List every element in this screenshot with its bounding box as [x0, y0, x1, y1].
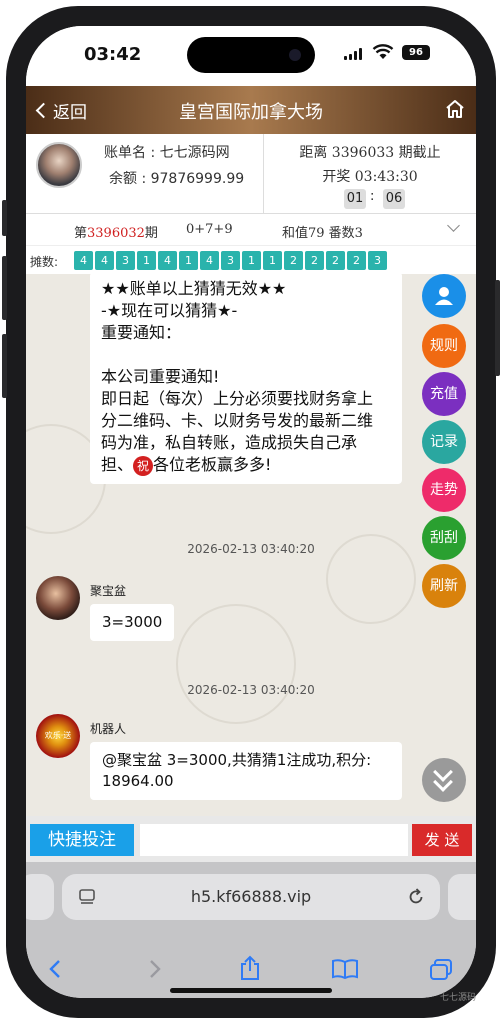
trend-chip: 2: [305, 251, 324, 270]
status-time: 03:42: [84, 44, 142, 65]
trend-chips: 4 4 3 1 4 1 4 3 1 1 2 2 2 2 3: [74, 251, 387, 270]
forward-arrow-icon[interactable]: [144, 958, 164, 980]
message-username: 聚宝盆: [90, 584, 127, 598]
tabs-icon[interactable]: [428, 958, 454, 982]
countdown-seconds: 06: [383, 189, 405, 209]
trend-chip: 4: [200, 251, 219, 270]
chevron-down-icon[interactable]: [447, 219, 460, 232]
trend-chip: 4: [95, 251, 114, 270]
message-bubble: 3=3000: [90, 604, 175, 641]
trend-button[interactable]: 走势: [422, 468, 466, 512]
period-deadline: 距离 3396033 期截止: [299, 145, 441, 161]
background-doodle: [176, 604, 296, 724]
mute-switch: [2, 200, 7, 236]
home-icon[interactable]: [444, 98, 466, 120]
recharge-button[interactable]: 充值: [422, 372, 466, 416]
status-bar: 03:42 96: [26, 26, 476, 86]
battery-indicator: 96: [402, 45, 430, 60]
trend-chip: 3: [221, 251, 240, 270]
profile-button[interactable]: [422, 274, 466, 318]
chat-area[interactable]: ★★账单以上猜猜无效★★ -★现在可以猜猜★- 重要通知： 本公司重要通知! 即…: [26, 274, 476, 816]
signal-icon: [344, 48, 364, 60]
scroll-down-button[interactable]: [422, 758, 466, 802]
result-formula: 0+7+9: [186, 222, 233, 237]
scratch-button[interactable]: 刮刮: [422, 516, 466, 560]
watermark: 七七源码: [440, 993, 477, 1003]
browser-toolbar: h5.kf66888.vip: [26, 862, 476, 998]
countdown-minutes: 01: [344, 189, 366, 209]
dynamic-island: [187, 37, 315, 73]
message-timestamp: 2026-02-13 03:40:20: [187, 542, 315, 556]
trend-chip: 1: [179, 251, 198, 270]
phone-screen: 03:42 96 返回 皇宫国际加拿大场 账单名 : 七七源码网 余额 : 97…: [26, 26, 476, 998]
user-icon: [435, 287, 453, 305]
trend-chip: 1: [137, 251, 156, 270]
trend-label: 摊数:: [30, 255, 59, 269]
notice-bubble: ★★账单以上猜猜无效★★ -★现在可以猜猜★- 重要通知： 本公司重要通知! 即…: [90, 274, 402, 484]
quick-bet-button[interactable]: 快捷投注: [30, 824, 134, 856]
reload-icon[interactable]: [406, 887, 426, 907]
refresh-button[interactable]: 刷新: [422, 564, 466, 608]
share-icon[interactable]: [238, 954, 262, 982]
volume-up-button: [2, 256, 7, 320]
app-header: 返回 皇宫国际加拿大场: [26, 86, 476, 134]
bot-avatar: 欢乐·送: [36, 714, 80, 758]
account-balance: 余额 : 97876999.99: [109, 171, 245, 187]
home-indicator: [170, 988, 332, 993]
bookmarks-icon[interactable]: [331, 958, 359, 980]
blessing-badge: 祝: [133, 455, 154, 476]
trend-chip: 2: [284, 251, 303, 270]
send-button[interactable]: 发 送: [412, 824, 472, 856]
message-timestamp: 2026-02-13 03:40:20: [187, 683, 315, 697]
wifi-icon: [372, 44, 394, 59]
rules-button[interactable]: 规则: [422, 324, 466, 368]
trend-chip: 3: [368, 251, 387, 270]
user-avatar: [36, 142, 82, 188]
message-bubble: @聚宝盆 3=3000,共猜猜1注成功,积分: 18964.00: [90, 742, 402, 800]
back-arrow-icon[interactable]: [46, 958, 66, 980]
account-name: 账单名 : 七七源码网: [104, 145, 230, 161]
trend-chip: 2: [326, 251, 345, 270]
countdown-separator: :: [370, 189, 375, 204]
trend-chip: 2: [347, 251, 366, 270]
input-bar: 快捷投注 发 送: [26, 816, 476, 862]
result-period: 第3396032期: [74, 226, 158, 241]
address-bar[interactable]: h5.kf66888.vip: [62, 874, 440, 920]
message-username: 机器人: [90, 722, 127, 736]
trend-chip: 4: [74, 251, 93, 270]
user-avatar: [36, 576, 80, 620]
result-sum: 和值79 番数3: [282, 226, 363, 241]
trend-chip: 1: [263, 251, 282, 270]
draw-time: 开奖 03:43:30: [322, 169, 418, 185]
page-title: 皇宫国际加拿大场: [179, 102, 323, 123]
account-info-panel: 账单名 : 七七源码网 余额 : 97876999.99 距离 3396033 …: [26, 134, 476, 214]
previous-tab[interactable]: [26, 874, 54, 920]
records-button[interactable]: 记录: [422, 420, 466, 464]
trend-chip: 3: [116, 251, 135, 270]
trend-row: 摊数: 4 4 3 1 4 1 4 3 1 1 2 2 2 2 3: [26, 246, 476, 274]
next-tab[interactable]: [448, 874, 476, 920]
power-button: [495, 280, 500, 376]
volume-down-button: [2, 334, 7, 398]
message-input[interactable]: [140, 824, 408, 856]
trend-chip: 4: [158, 251, 177, 270]
trend-chip: 1: [242, 251, 261, 270]
last-result-row[interactable]: 第3396032期 0+7+9 和值79 番数3: [26, 214, 476, 246]
url-text: h5.kf66888.vip: [190, 887, 312, 906]
